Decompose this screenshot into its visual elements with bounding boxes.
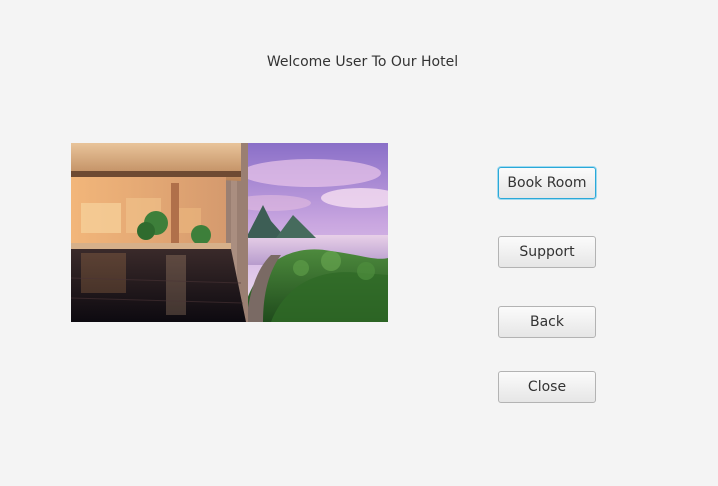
close-button[interactable]: Close (498, 371, 596, 403)
hotel-photo (71, 143, 388, 322)
welcome-title: Welcome User To Our Hotel (266, 54, 459, 70)
support-button[interactable]: Support (498, 236, 596, 268)
book-room-button[interactable]: Book Room (498, 167, 596, 199)
back-button[interactable]: Back (498, 306, 596, 338)
